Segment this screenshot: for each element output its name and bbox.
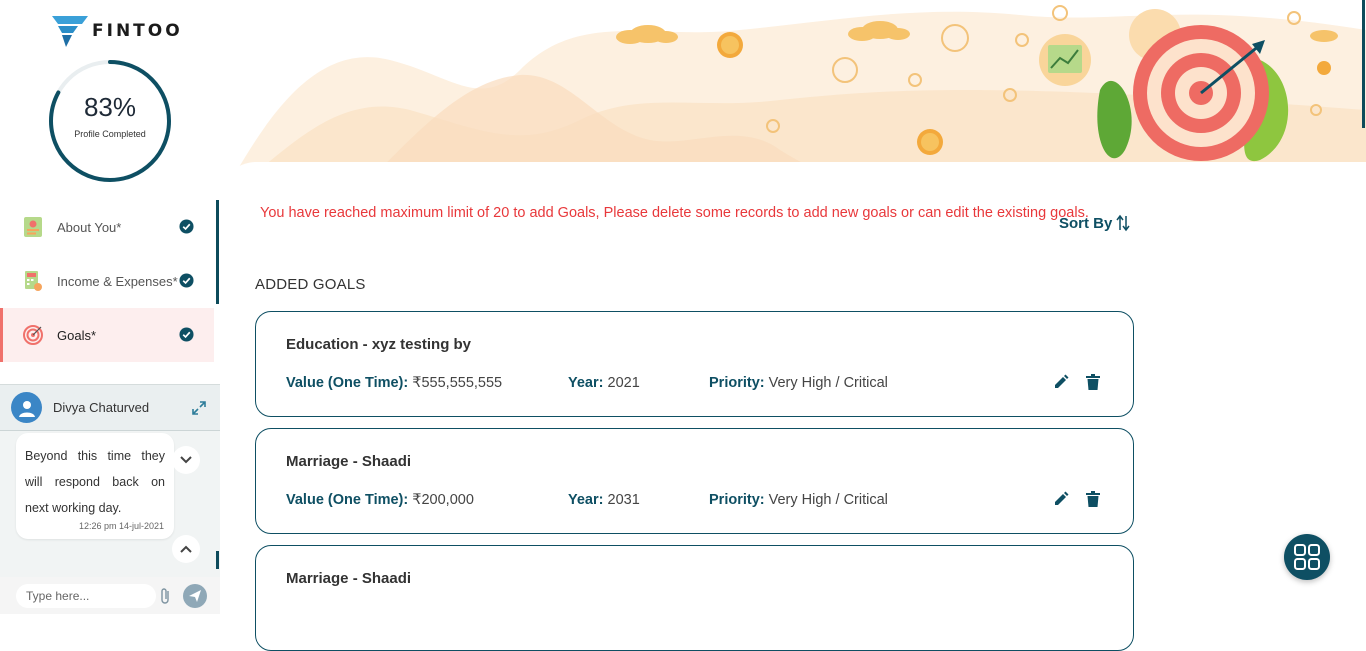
expand-icon[interactable] [191,400,207,416]
user-icon [18,400,35,417]
paperclip-icon[interactable] [159,587,173,605]
about-you-icon [24,217,42,237]
trash-icon[interactable] [1086,491,1100,507]
goal-year-field: Year: 2021 [568,375,640,391]
sidebar-item-income-expenses[interactable]: Income & Expenses* [0,254,220,308]
goal-priority: Very High / Critical [768,375,888,391]
chevron-down-icon [180,456,192,464]
goal-name: Marriage - Shaadi [286,570,412,587]
goal-value-field: Value (One Time): ₹200,000 [286,492,474,508]
edit-pencil-icon[interactable] [1053,491,1069,507]
profile-label: Profile Completed [74,129,146,139]
goal-year: 2031 [607,492,640,508]
chart-card-icon [1039,34,1091,86]
main-content: You have reached maximum limit of 20 to … [220,162,1366,651]
check-circle-icon [179,327,194,342]
chat-input-row [0,577,220,614]
sidebar-item-goals[interactable]: Goals* [0,308,214,362]
goal-year: 2021 [607,375,640,391]
sidebar-item-about-you[interactable]: About You* [0,200,220,254]
value-label: Value (One Time): [286,492,409,508]
profile-percent: 83% [83,92,137,122]
sort-label: Sort By [1059,214,1113,232]
goal-priority: Very High / Critical [768,492,888,508]
chat-message-text: Beyond this time they will respond back … [25,449,165,515]
goal-priority-field: Priority: Very High / Critical [709,492,888,508]
brand-name: FINTOO [92,21,183,41]
fintoo-logo-icon [52,16,88,47]
check-circle-icon [179,219,194,234]
goal-limit-warning: You have reached maximum limit of 20 to … [260,205,1089,221]
scroll-down-button[interactable] [172,446,200,474]
goal-name: Marriage - Shaadi [286,453,412,470]
sidebar-item-label: Income & Expenses* [57,273,178,289]
avatar [11,392,42,423]
chat-message-input[interactable] [16,583,156,608]
sidebar-nav: About You* Income & Expenses* Goals* [0,200,220,362]
priority-label: Priority: [709,375,765,391]
goals-target-icon [23,325,43,345]
check-circle-icon [179,273,194,288]
chat-timestamp: 12:26 pm 14-jul-2021 [78,521,164,531]
sidebar-item-label: Goals* [57,327,97,343]
priority-label: Priority: [709,492,765,508]
year-label: Year: [568,375,604,391]
goal-card: Marriage - Shaadi [255,545,1134,651]
send-button[interactable] [183,584,207,608]
goal-card: Marriage - Shaadi Value (One Time): ₹200… [255,428,1134,534]
chat-widget: Divya Chaturved Beyond this time they wi… [0,384,220,614]
goal-year-field: Year: 2031 [568,492,640,508]
chat-scroll-indicator [216,551,219,569]
scroll-up-button[interactable] [172,535,200,563]
goal-value: ₹555,555,555 [412,375,503,391]
sidebar-scroll-indicator [216,200,219,304]
goal-name: Education - xyz testing by [286,336,472,353]
sort-by-button[interactable]: Sort By [1059,214,1130,232]
sidebar-item-label: About You* [57,219,122,235]
goal-value: ₹200,000 [412,492,474,508]
edit-pencil-icon[interactable] [1053,374,1069,390]
section-title: ADDED GOALS [255,276,366,293]
page-scrollbar[interactable] [1362,0,1365,128]
chat-header[interactable]: Divya Chaturved [0,385,220,431]
sort-arrows-icon [1116,214,1130,232]
income-expenses-icon [25,271,42,291]
chevron-up-icon [180,545,192,553]
menu-grid-button[interactable] [1284,534,1330,580]
chat-message-bubble: Beyond this time they will respond back … [16,433,174,539]
goal-card: Education - xyz testing by Value (One Ti… [255,311,1134,417]
trash-icon[interactable] [1086,374,1100,390]
goal-priority-field: Priority: Very High / Critical [709,375,888,391]
goal-value-field: Value (One Time): ₹555,555,555 [286,375,502,391]
fintoo-logo[interactable]: FINTOO [52,14,183,48]
grid-icon [1294,544,1320,570]
chat-agent-name: Divya Chaturved [53,400,150,415]
send-icon [189,590,201,602]
year-label: Year: [568,492,604,508]
value-label: Value (One Time): [286,375,409,391]
